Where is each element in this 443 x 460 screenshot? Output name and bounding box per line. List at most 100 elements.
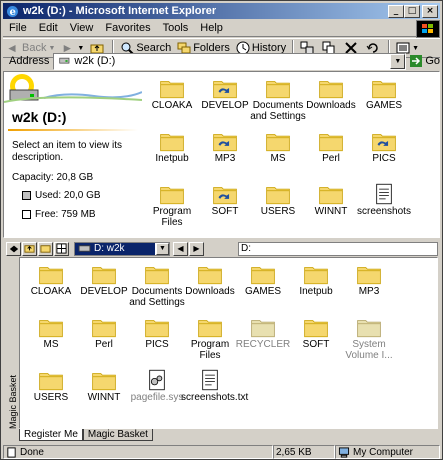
- new-folder-icon: [40, 245, 51, 253]
- folder-icon: [39, 267, 63, 285]
- basket-item-downloads[interactable]: Downloads: [181, 262, 239, 297]
- maximize-button[interactable]: □: [404, 5, 420, 18]
- basket-item-program-files[interactable]: Program Files: [181, 315, 239, 361]
- file-item-pics[interactable]: PICS: [356, 129, 412, 164]
- basket-item-pics[interactable]: PICS: [128, 315, 186, 350]
- page-icon: [7, 446, 16, 458]
- basket-item-winnt[interactable]: WINNT: [75, 368, 133, 403]
- basket-item-label: MP3: [358, 286, 380, 297]
- file-item-label: CLOAKA: [151, 100, 193, 111]
- folder-icon: [304, 267, 328, 285]
- basket-item-cloaka[interactable]: CLOAKA: [22, 262, 80, 297]
- path-input[interactable]: D:: [238, 241, 438, 256]
- file-item-soft[interactable]: SOFT: [197, 182, 253, 217]
- window-title: w2k (D:) - Microsoft Internet Explorer: [23, 5, 217, 17]
- folder-icon: [357, 267, 381, 285]
- menu-file[interactable]: File: [3, 22, 33, 34]
- basket-item-soft[interactable]: SOFT: [287, 315, 345, 350]
- nav-forward-button[interactable]: ▶: [189, 241, 204, 256]
- folder-icon: [160, 134, 184, 152]
- file-item-documents-and-settings[interactable]: Documents and Settings: [250, 76, 306, 122]
- menu-tools[interactable]: Tools: [157, 22, 195, 34]
- go-arrow-icon: [410, 55, 423, 67]
- file-item-downloads[interactable]: Downloads: [303, 76, 359, 111]
- basket-item-perl[interactable]: Perl: [75, 315, 133, 350]
- minimize-button[interactable]: _: [388, 5, 404, 18]
- drive-dropdown-button[interactable]: ▼: [156, 242, 169, 255]
- system-file-icon: [149, 369, 165, 391]
- basket-item-label: WINNT: [87, 392, 121, 403]
- file-item-label: Documents and Settings: [250, 100, 306, 122]
- file-item-label: SOFT: [211, 206, 239, 217]
- folder-icon: [39, 320, 63, 338]
- go-button[interactable]: Go: [409, 54, 440, 68]
- close-button[interactable]: ×: [422, 5, 438, 18]
- basket-item-system-volume-i[interactable]: System Volume I...: [340, 315, 398, 361]
- free-swatch: [22, 210, 31, 219]
- file-item-label: WINNT: [314, 206, 348, 217]
- folder-icon: [266, 187, 290, 205]
- basket-item-pagefile-sys[interactable]: pagefile.sys: [128, 368, 186, 403]
- basket-item-mp3[interactable]: MP3: [340, 262, 398, 297]
- tab-register-me[interactable]: Register Me: [19, 429, 83, 441]
- file-item-program-files[interactable]: Program Files: [144, 182, 200, 228]
- nav-back-button[interactable]: ◀: [173, 241, 188, 256]
- used-swatch: [22, 191, 31, 200]
- basket-item-documents-and-settings[interactable]: Documents and Settings: [128, 262, 186, 308]
- file-item-label: DEVELOP: [201, 100, 249, 111]
- basket-item-label: SOFT: [302, 339, 330, 350]
- drive-icon: [59, 57, 70, 64]
- file-item-mp3[interactable]: MP3: [197, 129, 253, 164]
- menu-view[interactable]: View: [64, 22, 100, 34]
- up-level-button[interactable]: [22, 241, 37, 256]
- basket-item-label: MS: [43, 339, 59, 350]
- basket-item-users[interactable]: USERS: [22, 368, 80, 403]
- folder-icon: [251, 320, 275, 338]
- file-item-label: Perl: [322, 153, 340, 164]
- description-hint: Select an item to view its description.: [12, 140, 123, 163]
- file-item-ms[interactable]: MS: [250, 129, 306, 164]
- menu-favorites[interactable]: Favorites: [99, 22, 156, 34]
- folder-icon: [39, 373, 63, 391]
- basket-toggle-button[interactable]: [6, 241, 21, 256]
- address-input[interactable]: w2k (D:) ▼: [53, 52, 407, 70]
- folder-icon: [213, 81, 237, 99]
- basket-item-develop[interactable]: DEVELOP: [75, 262, 133, 297]
- file-item-screenshots[interactable]: screenshots: [356, 182, 412, 217]
- computer-icon: [338, 446, 350, 458]
- menu-edit[interactable]: Edit: [33, 22, 64, 34]
- basket-item-screenshots-txt[interactable]: screenshots.txt: [181, 368, 249, 403]
- file-item-perl[interactable]: Perl: [303, 129, 359, 164]
- drive-select[interactable]: D: w2k ▼: [74, 241, 170, 256]
- new-folder-button[interactable]: [38, 241, 53, 256]
- file-item-inetpub[interactable]: Inetpub: [144, 129, 200, 164]
- menu-help[interactable]: Help: [194, 22, 229, 34]
- file-item-games[interactable]: GAMES: [356, 76, 412, 111]
- folder-icon: [319, 187, 343, 205]
- folder-view-upper: w2k (D:) Select an item to view its desc…: [3, 71, 440, 238]
- file-item-users[interactable]: USERS: [250, 182, 306, 217]
- basket-item-label: screenshots.txt: [181, 392, 249, 403]
- basket-item-recycler[interactable]: RECYCLER: [234, 315, 292, 350]
- view-mode-button[interactable]: [54, 241, 69, 256]
- address-dropdown-button[interactable]: ▼: [390, 53, 406, 69]
- basket-item-games[interactable]: GAMES: [234, 262, 292, 297]
- file-item-winnt[interactable]: WINNT: [303, 182, 359, 217]
- basket-item-inetpub[interactable]: Inetpub: [287, 262, 345, 297]
- basket-item-label: System Volume I...: [345, 339, 393, 361]
- basket-item-ms[interactable]: MS: [22, 315, 80, 350]
- file-item-cloaka[interactable]: CLOAKA: [144, 76, 200, 111]
- file-item-develop[interactable]: DEVELOP: [197, 76, 253, 111]
- file-item-label: MP3: [214, 153, 236, 164]
- magic-basket-panel: D: w2k ▼ ◀ ▶ D: Magic Basket CLOAKA DEVEL…: [3, 241, 440, 444]
- basket-item-label: RECYCLER: [235, 339, 291, 350]
- folder-icon: [160, 187, 184, 205]
- file-item-label: Downloads: [306, 100, 356, 111]
- tab-magic-basket[interactable]: Magic Basket: [82, 429, 153, 441]
- basket-item-label: PICS: [145, 339, 169, 350]
- folder-icon: [145, 320, 169, 338]
- capacity-label: Capacity: 20,8 GB: [12, 172, 94, 183]
- folder-icon: [319, 81, 343, 99]
- basket-item-label: Inetpub: [299, 286, 333, 297]
- up-folder-icon: [24, 245, 35, 253]
